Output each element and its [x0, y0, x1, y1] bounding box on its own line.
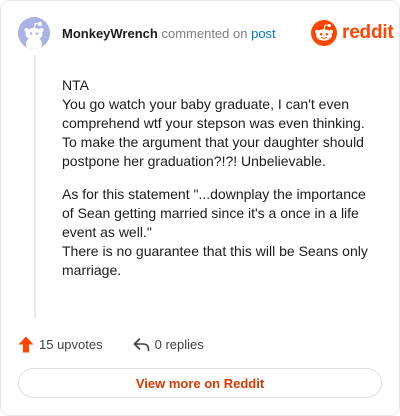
thread-line — [34, 55, 36, 319]
action-text: commented on — [161, 26, 248, 41]
comment-stats: 15 upvotes 0 replies — [18, 335, 204, 353]
reply-arrow-icon — [133, 337, 149, 351]
upvote-count: 15 upvotes — [39, 336, 103, 352]
comment-paragraph: NTA You go watch your baby graduate, I c… — [62, 76, 380, 171]
default-avatar-icon — [18, 17, 50, 49]
comment-line: There is no guarantee that this will be … — [62, 243, 368, 278]
comment-line: As for this statement "...downplay the i… — [62, 186, 366, 240]
reply-button[interactable]: 0 replies — [133, 337, 204, 352]
reddit-wordmark: reddit — [342, 22, 394, 43]
reply-count: 0 replies — [154, 336, 204, 352]
comment-body: NTA You go watch your baby graduate, I c… — [62, 76, 380, 294]
post-link[interactable]: post — [251, 26, 276, 41]
reddit-logo[interactable]: reddit — [311, 20, 394, 46]
view-more-button[interactable]: View more on Reddit — [18, 368, 382, 398]
avatar[interactable] — [18, 17, 50, 49]
comment-paragraph: As for this statement "...downplay the i… — [62, 185, 380, 280]
upvote-arrow-icon — [18, 336, 34, 352]
comment-line: You go watch your baby graduate, I can't… — [62, 96, 365, 169]
comment-header: MonkeyWrench commented on post — [62, 26, 276, 42]
reddit-snoo-icon — [311, 20, 337, 46]
comment-line: NTA — [62, 77, 89, 93]
embedded-comment-card: MonkeyWrench commented on post reddit NT… — [0, 0, 400, 416]
username[interactable]: MonkeyWrench — [62, 26, 158, 41]
upvote-button[interactable]: 15 upvotes — [18, 336, 103, 353]
